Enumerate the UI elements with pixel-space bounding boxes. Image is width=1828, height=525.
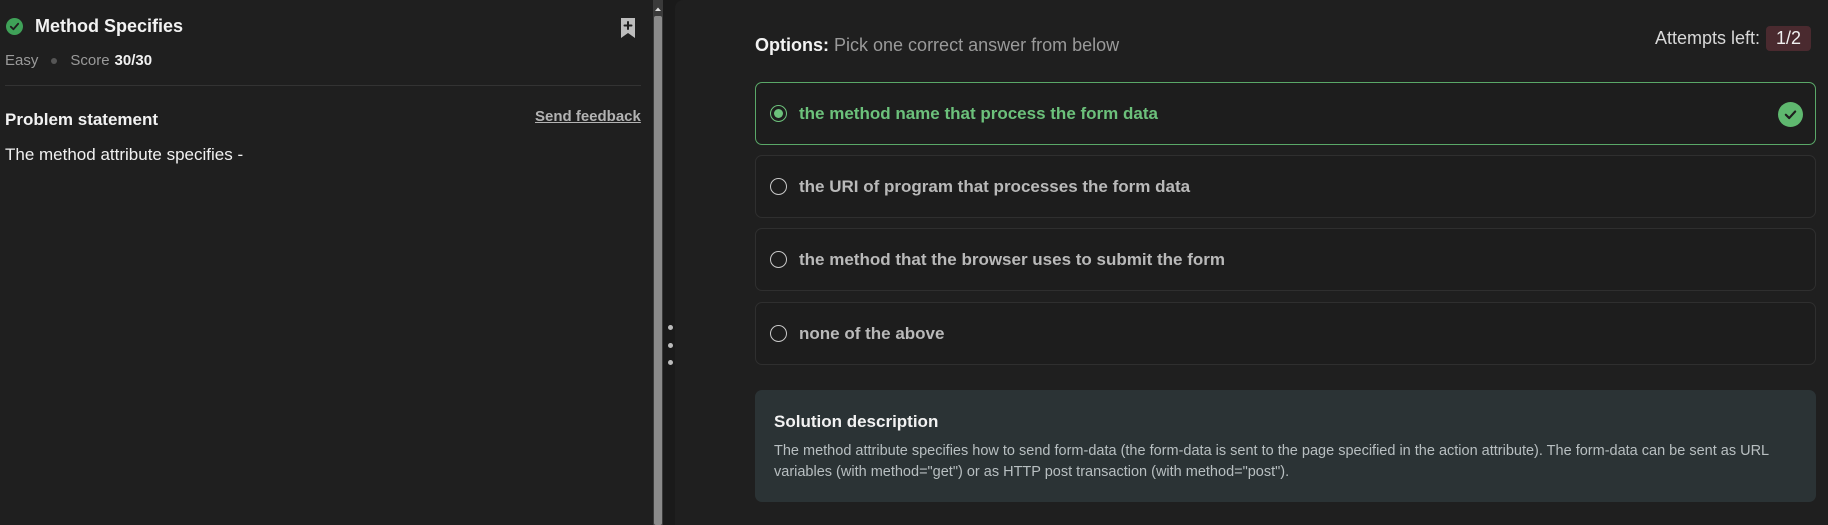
problem-statement-heading: Problem statement xyxy=(5,110,159,129)
panel-gutter xyxy=(663,0,675,525)
radio-selected-icon[interactable] xyxy=(770,105,787,122)
handle-dot xyxy=(667,360,673,365)
option-label: the URI of program that processes the fo… xyxy=(799,176,1191,196)
solution-title: Solution description xyxy=(774,412,939,431)
bookmark-add-icon[interactable] xyxy=(618,17,638,39)
options-header: Options: Pick one correct answer from be… xyxy=(755,35,1119,56)
option-label: the method that the browser uses to subm… xyxy=(799,249,1225,269)
problem-statement-text: The method attribute specifies - xyxy=(5,145,244,164)
radio-icon[interactable] xyxy=(770,251,787,268)
scrollbar-thumb[interactable] xyxy=(654,16,662,525)
attempts-indicator: Attempts left: 1/2 xyxy=(1655,26,1812,51)
radio-dot xyxy=(774,109,783,118)
check-circle-icon xyxy=(6,18,23,35)
solution-text: The method attribute specifies how to se… xyxy=(774,443,1769,480)
app-root: Method Specifies Easy Score 30/30 Proble… xyxy=(0,0,1828,525)
answer-panel: Options: Pick one correct answer from be… xyxy=(675,0,1828,525)
problem-title-row: Method Specifies xyxy=(6,16,183,37)
difficulty-label: Easy xyxy=(5,52,39,69)
correct-check-icon xyxy=(1778,102,1803,127)
radio-icon[interactable] xyxy=(770,325,787,342)
options-hint: Pick one correct answer from below xyxy=(834,35,1120,55)
score-label: Score xyxy=(70,52,110,69)
problem-meta: Easy Score 30/30 xyxy=(5,52,152,69)
handle-dot xyxy=(667,325,673,330)
option-1[interactable]: the method name that process the form da… xyxy=(755,82,1816,145)
problem-panel: Method Specifies Easy Score 30/30 Proble… xyxy=(0,0,653,525)
attempts-badge: 1/2 xyxy=(1766,26,1812,51)
resize-handle[interactable] xyxy=(666,325,674,365)
option-label: the method name that process the form da… xyxy=(799,103,1158,123)
attempts-label: Attempts left: xyxy=(1655,28,1761,48)
send-feedback-link[interactable]: Send feedback xyxy=(535,108,641,125)
problem-title: Method Specifies xyxy=(35,16,184,36)
divider xyxy=(5,85,641,86)
radio-icon[interactable] xyxy=(770,178,787,195)
solution-box: Solution description The method attribut… xyxy=(755,390,1816,502)
option-4[interactable]: none of the above xyxy=(755,302,1816,365)
option-label: none of the above xyxy=(799,323,945,343)
options-label: Options: xyxy=(755,35,829,55)
handle-dot xyxy=(667,342,673,348)
scroll-up-icon[interactable] xyxy=(653,4,663,14)
separator-dot xyxy=(51,57,58,64)
option-3[interactable]: the method that the browser uses to subm… xyxy=(755,228,1816,291)
option-2[interactable]: the URI of program that processes the fo… xyxy=(755,155,1816,218)
score-value: 30/30 xyxy=(114,52,153,69)
